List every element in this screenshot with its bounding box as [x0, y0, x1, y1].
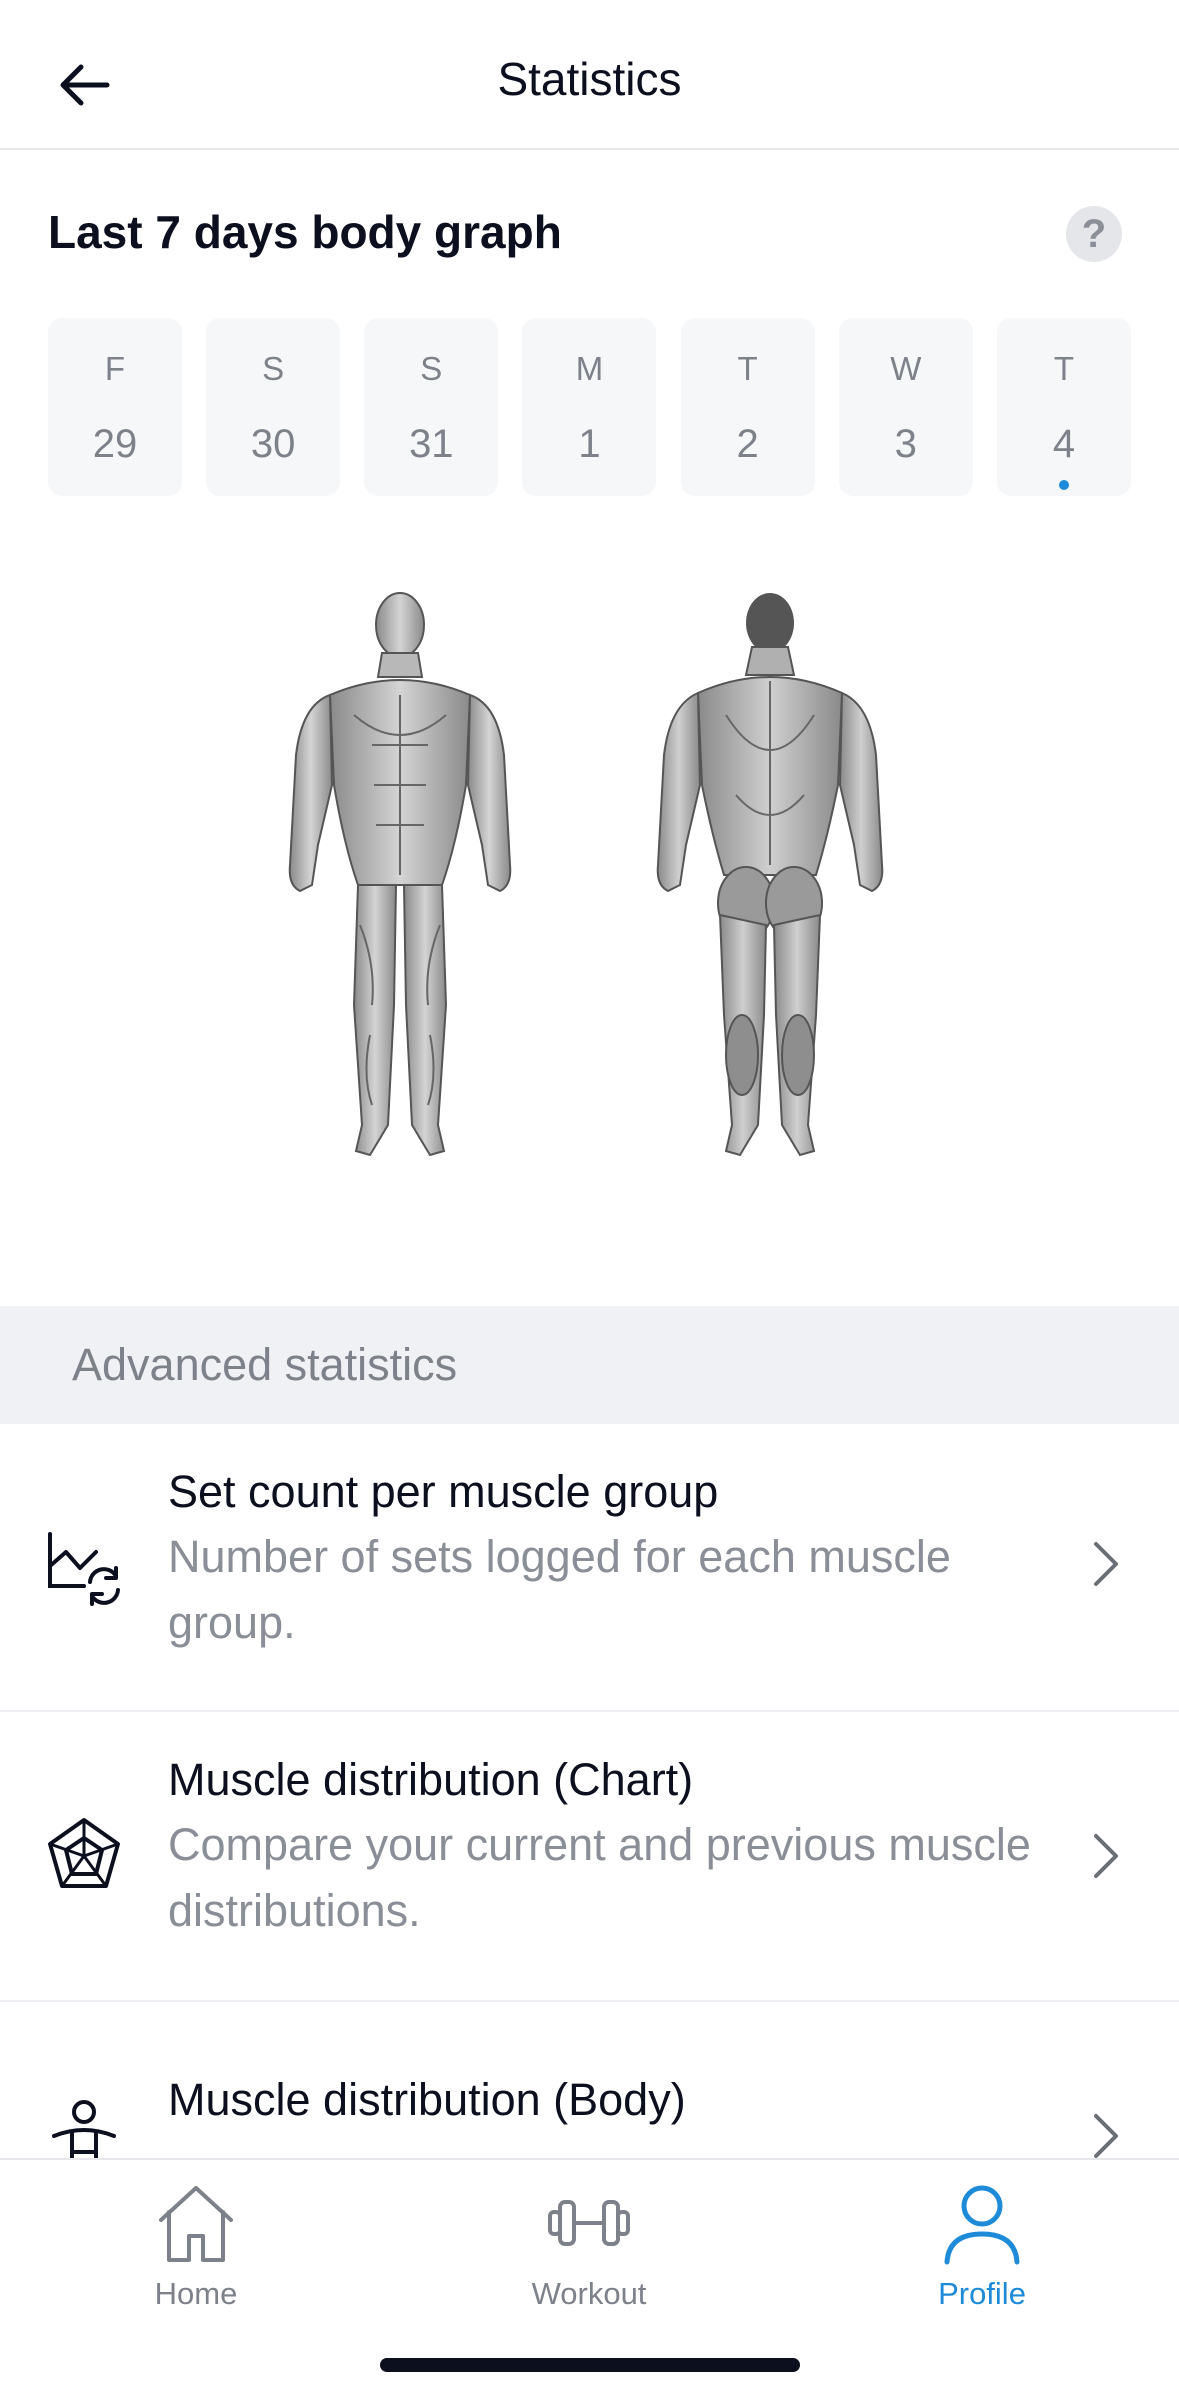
statistics-screen: Statistics Last 7 days body graph ? F 29…: [0, 0, 1179, 2396]
day-number: 1: [578, 422, 601, 466]
page-title: Statistics: [497, 53, 682, 105]
activity-dot: [1058, 480, 1069, 490]
section-label: Advanced statistics: [72, 1339, 458, 1390]
day-letter: S: [262, 350, 285, 387]
day-number: 29: [92, 422, 138, 466]
body-graph: [270, 585, 910, 1165]
nav-label: Home: [154, 2276, 238, 2311]
day-tile[interactable]: F 29: [48, 318, 182, 496]
nav-home[interactable]: Home: [86, 2178, 306, 2328]
row-title: Muscle distribution (Body): [168, 2074, 686, 2125]
nav-workout[interactable]: Workout: [479, 2178, 699, 2328]
day-tile-today[interactable]: T 4: [996, 318, 1131, 496]
back-muscle-figure: [656, 593, 884, 1157]
muscle-distribution-chart-row[interactable]: Muscle distribution (Chart) Compare your…: [0, 1712, 1179, 2002]
top-bar: Statistics: [0, 0, 1179, 150]
day-tile[interactable]: T 2: [680, 318, 815, 496]
day-tile[interactable]: S 31: [364, 318, 499, 496]
day-number: 30: [250, 422, 296, 466]
front-muscle-figure: [288, 592, 512, 1157]
day-tile[interactable]: S 30: [206, 318, 341, 496]
chevron-right-icon: [1094, 1542, 1118, 1586]
row-description: Number of sets logged for each muscle gr…: [168, 1531, 951, 1648]
day-letter: W: [890, 350, 922, 387]
chevron-right-icon: [1094, 2114, 1118, 2158]
chart-refresh-icon: [48, 1532, 120, 1606]
row-title: Muscle distribution (Chart): [168, 1754, 694, 1805]
day-number: 3: [894, 422, 917, 466]
body-graph-title: Last 7 days body graph: [48, 206, 562, 258]
row-title: Set count per muscle group: [168, 1466, 719, 1517]
set-count-row[interactable]: Set count per muscle group Number of set…: [0, 1424, 1179, 1712]
day-number: 2: [736, 422, 759, 466]
radar-chart-icon: [48, 1818, 120, 1888]
profile-icon: [944, 2185, 1020, 2265]
day-selector: F 29 S 30 S 31 M 1 T 2 W 3 T 4: [48, 318, 1131, 496]
nav-label: Profile: [938, 2276, 1026, 2311]
chevron-right-icon: [1094, 1834, 1118, 1878]
home-indicator: [380, 2358, 800, 2372]
day-letter: T: [1053, 350, 1075, 387]
day-letter: M: [575, 350, 604, 387]
day-letter: T: [737, 350, 758, 387]
home-icon: [159, 2186, 233, 2262]
day-tile[interactable]: M 1: [522, 318, 657, 496]
dumbbell-icon: [548, 2200, 630, 2246]
advanced-statistics-header: Advanced statistics: [0, 1306, 1179, 1424]
nav-profile[interactable]: Profile: [872, 2178, 1092, 2328]
day-letter: F: [104, 350, 126, 387]
help-button[interactable]: ?: [1066, 206, 1122, 262]
nav-label: Workout: [531, 2276, 647, 2311]
day-letter: S: [420, 350, 443, 387]
row-description: Compare your current and previous muscle…: [168, 1819, 1031, 1936]
day-tile[interactable]: W 3: [838, 318, 973, 496]
day-number: 31: [409, 422, 454, 466]
day-number: 4: [1052, 422, 1076, 466]
